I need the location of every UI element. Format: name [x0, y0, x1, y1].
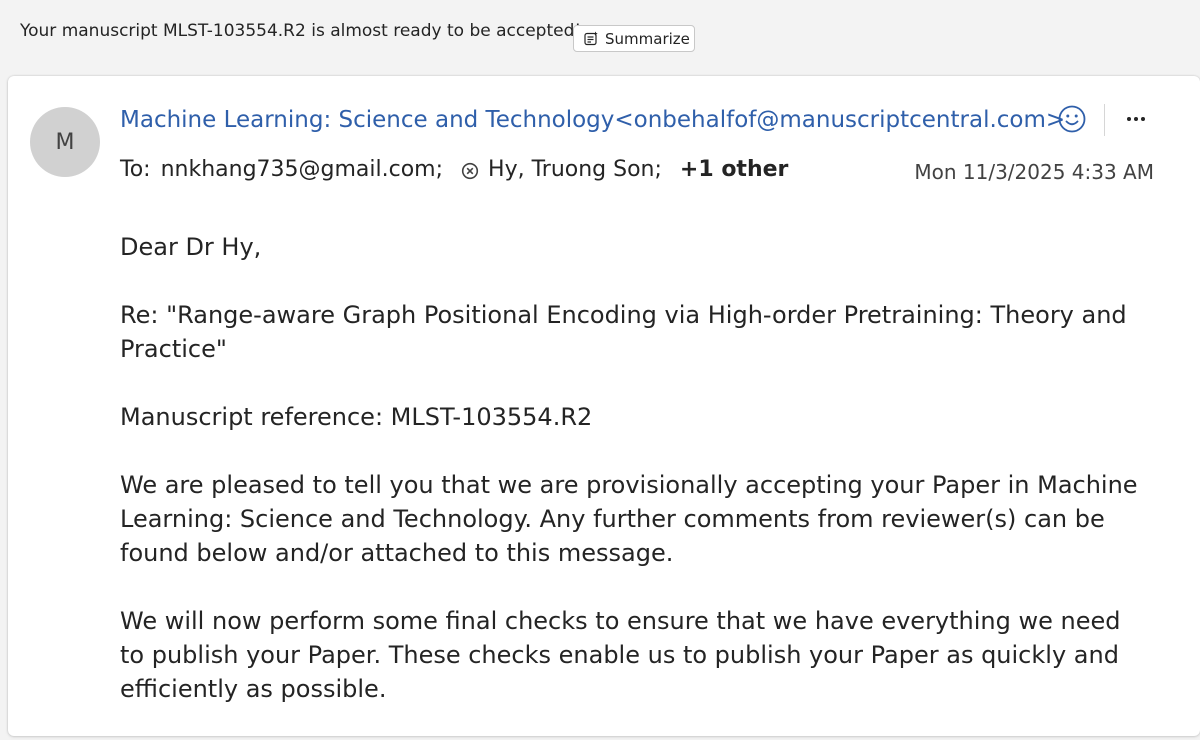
manuscript-reference: Manuscript reference: MLST-103554.R2	[120, 403, 593, 431]
toolbar-divider	[1104, 104, 1105, 136]
recipient-item[interactable]: nnkhang735@gmail.com;	[161, 157, 443, 182]
message-body: Dear Dr Hy, Re: "Range-aware Graph Posit…	[120, 230, 1140, 740]
summarize-button[interactable]: Summarize	[573, 25, 695, 52]
summarize-label: Summarize	[605, 29, 690, 48]
greeting: Dear Dr Hy,	[120, 233, 262, 261]
sender-name[interactable]: Machine Learning: Science and Technology…	[120, 107, 1065, 133]
more-options-icon[interactable]	[1121, 106, 1151, 132]
re-line: Re: "Range-aware Graph Positional Encodi…	[120, 301, 1127, 363]
avatar-initial: M	[55, 129, 75, 155]
subject-bar: Your manuscript MLST-103554.R2 is almost…	[0, 0, 1200, 64]
body-paragraph: We will now perform some final checks to…	[120, 607, 1121, 703]
avatar[interactable]: M	[30, 107, 100, 177]
message-card: M Machine Learning: Science and Technolo…	[8, 76, 1200, 736]
body-paragraph: We are pleased to tell you that we are p…	[120, 471, 1138, 567]
recipients-line: To: nnkhang735@gmail.com; Hy, Truong Son…	[120, 157, 788, 182]
email-subject: Your manuscript MLST-103554.R2 is almost…	[20, 21, 582, 41]
summarize-icon	[583, 31, 599, 47]
message-date: Mon 11/3/2025 4:33 AM	[914, 160, 1154, 184]
recipient-item[interactable]: Hy, Truong Son;	[488, 157, 662, 182]
to-label: To:	[120, 157, 151, 182]
smiley-icon[interactable]	[1057, 104, 1087, 134]
more-recipients-link[interactable]: +1 other	[680, 157, 788, 182]
remove-circle-icon[interactable]	[461, 161, 479, 179]
